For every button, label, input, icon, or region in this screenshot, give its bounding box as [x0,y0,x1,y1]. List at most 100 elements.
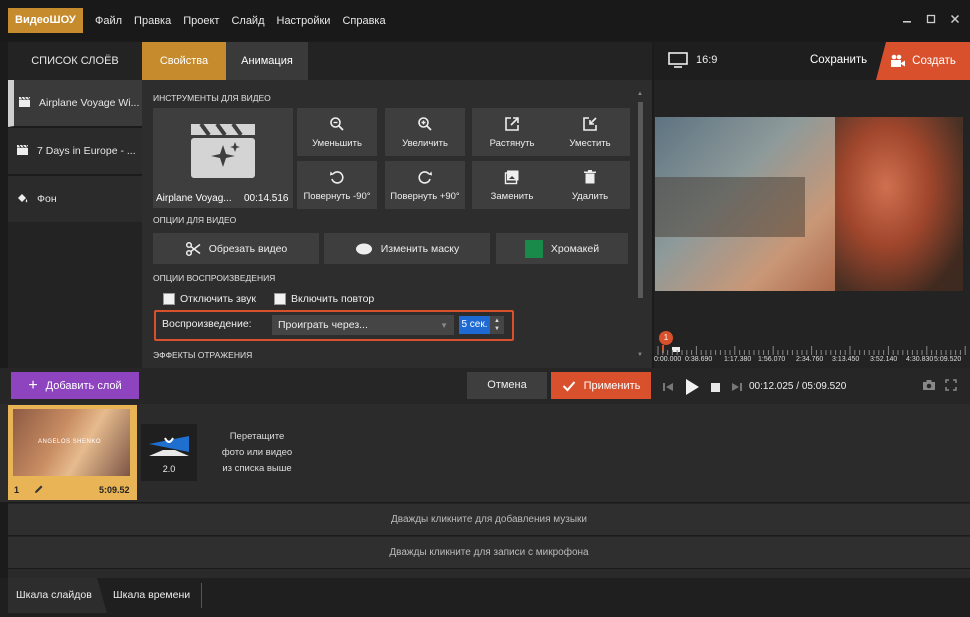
save-button[interactable]: Сохранить [810,54,867,66]
close-icon[interactable] [950,13,960,27]
delete-button[interactable]: Удалить [550,161,630,209]
stop-icon[interactable] [710,382,721,393]
rotate-right-button[interactable]: Повернуть +90° [385,161,465,209]
scroll-up-icon[interactable]: ▲ [637,91,643,97]
fit-button[interactable]: Уместить [550,108,630,156]
fit-icon [583,116,597,131]
cancel-button[interactable]: Отмена [467,372,547,399]
tick-label: 0:00.000 [654,356,682,363]
tick-label: 1:17.380 [724,356,752,363]
tick-label: 4:30.830 [906,356,934,363]
rotate-right-icon [418,170,432,184]
music-track[interactable]: Дважды кликните для добавления музыки [8,503,970,535]
apply-button[interactable]: Применить [551,372,651,399]
layer-item-europe[interactable]: 7 Days in Europe - ... [8,128,142,175]
stretch-label: Растянуть [489,137,535,149]
plus-icon: + [28,376,38,394]
chromakey-button[interactable]: Хромакей [496,233,628,264]
properties-scrollbar-thumb[interactable] [638,102,643,298]
layer-item-airplane[interactable]: Airplane Voyage Wi... [8,80,142,127]
drop-hint: Перетащите фото или видео из списка выше [207,429,307,477]
tick-label: 5:09.520 [934,356,962,363]
zoom-in-button[interactable]: Увеличить [385,108,465,156]
scroll-down-icon[interactable]: ▼ [637,352,643,358]
add-layer-button[interactable]: + Добавить слой [11,372,139,399]
mute-checkbox-box[interactable] [163,293,175,305]
loop-checkbox[interactable]: Включить повтор [274,293,374,305]
skip-forward-icon[interactable] [731,381,743,393]
pencil-icon[interactable] [33,484,44,495]
fullscreen-icon[interactable] [945,379,957,391]
timeline-marker[interactable]: 1 [659,331,673,345]
playback-seconds-stepper[interactable]: ▲ ▼ [490,316,504,334]
stepper-down-icon[interactable]: ▼ [494,325,500,333]
film-clapper-icon [191,122,255,178]
trash-icon [584,169,596,183]
tab-slide-timeline[interactable]: Шкала слайдов [16,578,92,613]
chromakey-label: Хромакей [550,242,600,255]
minimize-icon[interactable] [902,13,912,27]
playback-mode-select[interactable]: Проиграть через... ▼ [272,315,454,335]
video-thumbnail-name: Airplane Voyag... [156,193,232,204]
zoom-out-button[interactable]: Уменьшить [297,108,377,156]
transition-duration: 2.0 [162,464,176,474]
slide-thumbnail[interactable]: ANGELOS SHENKO [13,409,130,476]
rotate-left-button[interactable]: Повернуть -90° [297,161,377,209]
mute-label: Отключить звук [180,293,256,305]
change-mask-label: Изменить маску [380,242,460,255]
fit-label: Уместить [569,137,611,149]
transition-block[interactable]: 2.0 [141,424,197,481]
menu-edit[interactable]: Правка [134,15,171,27]
paint-bucket-icon [16,192,29,207]
mute-checkbox[interactable]: Отключить звук [163,293,256,305]
play-icon[interactable] [684,378,700,396]
film-clapper-icon [16,144,29,159]
menu-project[interactable]: Проект [183,15,219,27]
maximize-icon[interactable] [926,13,936,27]
create-button[interactable]: Создать [876,42,970,80]
playback-options-label: ОПЦИИ ВОСПРОИЗВЕДЕНИЯ [153,273,276,283]
camera-snapshot-icon[interactable] [922,379,936,391]
zoom-in-icon [418,116,432,131]
zoom-in-label: Увеличить [402,137,448,149]
layers-empty-area [8,222,142,368]
trim-video-button[interactable]: Обрезать видео [153,233,319,264]
tab-properties[interactable]: Свойства [142,42,226,80]
bottom-tab-divider [201,583,202,608]
skip-back-icon[interactable] [662,381,674,393]
preview-video-frame[interactable] [655,117,963,291]
loop-checkbox-box[interactable] [274,293,286,305]
layer-item-label: 7 Days in Europe - ... [37,145,136,157]
menu-help[interactable]: Справка [342,15,385,27]
stepper-up-icon[interactable]: ▲ [494,317,500,325]
zoom-out-label: Уменьшить [312,137,362,149]
timeline-ruler[interactable] [656,346,966,356]
replace-button[interactable]: Заменить [472,161,552,209]
tab-time-timeline[interactable]: Шкала времени [113,578,190,613]
layer-item-background[interactable]: Фон [8,176,142,223]
video-thumbnail-duration: 00:14.516 [244,193,289,204]
track-spacer [8,569,970,578]
external-stretch-icon [505,116,519,131]
change-mask-button[interactable]: Изменить маску [324,233,490,264]
drop-hint-line: Перетащите [229,431,285,442]
aspect-ratio-control[interactable]: 16:9 [668,52,717,68]
rotate-left-icon [330,170,344,184]
player-controls [662,378,743,396]
layers-header: СПИСОК СЛОЁВ [8,42,142,80]
rotate-left-label: Повернуть -90° [303,190,371,202]
menu-settings[interactable]: Настройки [277,15,331,27]
tick-label: 1:56.070 [758,356,786,363]
video-tools-label: ИНСТРУМЕНТЫ ДЛЯ ВИДЕО [153,93,271,103]
playback-seconds-input[interactable]: 5 сек. [459,316,490,334]
menu-file[interactable]: Файл [95,15,122,27]
menu-slide[interactable]: Слайд [231,15,264,27]
tab-animation[interactable]: Анимация [226,42,308,80]
stretch-button[interactable]: Растянуть [472,108,552,156]
mask-ellipse-icon [355,243,372,254]
playback-label: Воспроизведение: [162,318,252,330]
mic-track[interactable]: Дважды кликните для записи с микрофона [8,536,970,568]
monitor-icon [668,52,688,68]
reflection-effects-label: ЭФФЕКТЫ ОТРАЖЕНИЯ [153,350,253,360]
checkmark-icon [562,380,575,391]
